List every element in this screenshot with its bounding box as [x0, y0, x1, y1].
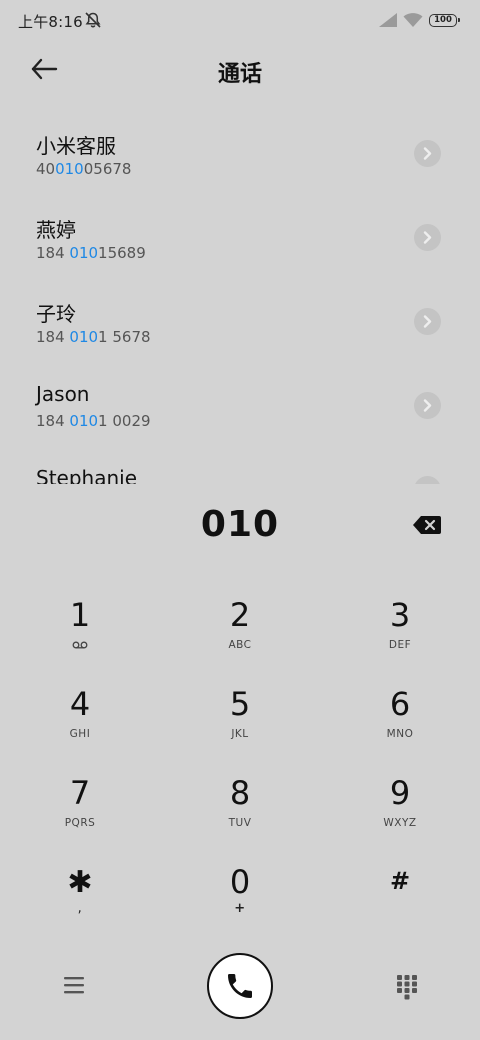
key-digit: 6	[389, 685, 411, 723]
key-5[interactable]: 5 JKL	[160, 679, 320, 768]
contact-item[interactable]: Jason 184 0101 0029	[0, 372, 480, 456]
key-letters: ,	[77, 901, 83, 916]
key-letters: GHI	[69, 728, 91, 740]
voicemail-icon	[72, 641, 88, 649]
dialed-number: 010	[200, 504, 280, 545]
contact-detail-button[interactable]	[414, 476, 441, 484]
contact-name: 小米客服	[36, 134, 116, 158]
contact-detail-button[interactable]	[414, 140, 441, 167]
key-1[interactable]: 1	[0, 590, 160, 679]
menu-icon[interactable]	[62, 974, 86, 996]
contact-item[interactable]: 子玲 184 0101 5678	[0, 288, 480, 372]
signal-icon	[379, 13, 397, 27]
key-4[interactable]: 4 GHI	[0, 679, 160, 768]
key-9[interactable]: 9 WXYZ	[320, 768, 480, 857]
contact-detail-button[interactable]	[414, 392, 441, 419]
contact-list[interactable]: 小米客服 4001005678 燕婷 184 01015689 子玲 184 0…	[0, 120, 480, 484]
key-letters: JKL	[231, 728, 249, 740]
contact-name: Jason	[36, 382, 90, 406]
key-letters: WXYZ	[383, 817, 417, 829]
number-match-highlight: 010	[69, 244, 99, 262]
number-match-highlight: 010	[55, 160, 84, 178]
key-digit: 0	[229, 863, 251, 901]
key-letters: MNO	[386, 728, 414, 740]
contact-item[interactable]: 燕婷 184 01015689	[0, 204, 480, 288]
key-hash[interactable]: #	[320, 857, 480, 946]
key-digit: 2	[229, 596, 251, 634]
key-2[interactable]: 2 ABC	[160, 590, 320, 679]
key-digit: ✱	[67, 865, 93, 900]
status-time: 上午8:16	[18, 13, 83, 31]
contact-detail-button[interactable]	[414, 308, 441, 335]
key-letters: PQRS	[64, 817, 96, 829]
key-3[interactable]: 3 DEF	[320, 590, 480, 679]
key-digit: 4	[69, 685, 91, 723]
key-digit: 8	[229, 774, 251, 812]
key-digit: 1	[69, 596, 91, 634]
backspace-icon[interactable]	[412, 515, 442, 535]
key-letters: TUV	[228, 817, 252, 829]
number-match-highlight: 010	[69, 328, 99, 346]
wifi-icon	[403, 13, 423, 27]
key-digit: #	[389, 867, 411, 895]
status-bar: 上午8:16 100	[0, 0, 480, 40]
keypad-icon[interactable]	[396, 974, 418, 1000]
call-button[interactable]	[207, 953, 273, 1019]
contact-number: 184 0101 5678	[36, 328, 151, 346]
key-8[interactable]: 8 TUV	[160, 768, 320, 857]
key-letters: +	[234, 901, 246, 916]
chevron-right-icon	[423, 399, 432, 412]
battery-icon: 100	[429, 14, 460, 27]
contact-number: 184 0101 0029	[36, 412, 151, 430]
phone-icon	[228, 974, 252, 998]
key-digit: 9	[389, 774, 411, 812]
key-0[interactable]: 0 +	[160, 857, 320, 946]
mute-icon	[85, 12, 101, 28]
contact-item[interactable]: Stephanie	[0, 456, 480, 484]
contact-name: 子玲	[36, 302, 76, 326]
contact-detail-button[interactable]	[414, 224, 441, 251]
key-star[interactable]: ✱ ,	[0, 857, 160, 946]
key-7[interactable]: 7 PQRS	[0, 768, 160, 857]
key-letters: ABC	[228, 639, 252, 651]
dial-keypad: 1 2 ABC 3 DEF 4 GHI 5 JKL 6 MNO 7 PQRS 8…	[0, 590, 480, 946]
contact-item[interactable]: 小米客服 4001005678	[0, 120, 480, 204]
key-letters: DEF	[388, 639, 412, 651]
contact-name: 燕婷	[36, 218, 76, 242]
chevron-right-icon	[423, 231, 432, 244]
chevron-right-icon	[423, 315, 432, 328]
key-digit: 5	[229, 685, 251, 723]
contact-number: 4001005678	[36, 160, 132, 178]
key-digit: 7	[69, 774, 91, 812]
key-digit: 3	[389, 596, 411, 634]
key-6[interactable]: 6 MNO	[320, 679, 480, 768]
contact-number: 184 01015689	[36, 244, 146, 262]
page-title: 通话	[217, 62, 262, 87]
chevron-right-icon	[423, 147, 432, 160]
number-match-highlight: 010	[69, 412, 99, 430]
contact-name: Stephanie	[36, 466, 138, 484]
